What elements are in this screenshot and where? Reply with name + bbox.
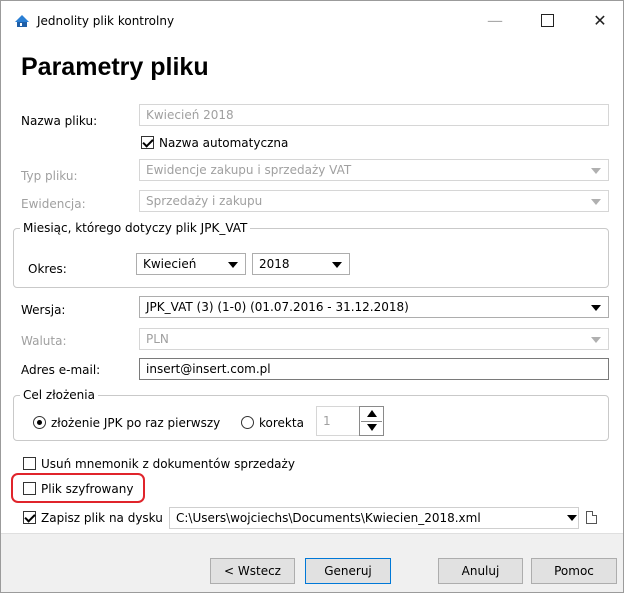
save-to-disk-checkbox[interactable] [23, 511, 36, 524]
arrow-up-icon[interactable] [367, 410, 377, 417]
stepper-divider [361, 421, 382, 422]
period-label: Okres: [28, 262, 67, 276]
arrow-down-icon[interactable] [367, 424, 377, 431]
currency-select[interactable]: PLN [139, 328, 609, 350]
file-name-input[interactable]: Kwiecień 2018 [139, 104, 609, 126]
month-select[interactable]: Kwiecień [136, 253, 246, 275]
correction-radio[interactable] [241, 416, 254, 429]
register-value: Sprzedaży i zakupu [146, 194, 263, 208]
month-value: Kwiecień [143, 257, 197, 271]
file-type-select[interactable]: Ewidencje zakupu i sprzedaży VAT [139, 159, 609, 181]
maximize-icon [540, 13, 554, 27]
register-label: Ewidencja: [21, 197, 86, 211]
page-title: Parametry pliku [21, 53, 209, 81]
year-value: 2018 [259, 257, 290, 271]
document-icon[interactable] [586, 511, 597, 524]
file-type-label: Typ pliku: [21, 169, 78, 183]
generate-button[interactable]: Generuj [305, 558, 391, 584]
window-title: Jednolity plik kontrolny [37, 14, 175, 28]
first-submission-radio[interactable] [33, 416, 46, 429]
correction-stepper[interactable] [359, 406, 384, 436]
purpose-group-title: Cel złożenia [20, 388, 98, 402]
button-bar: < Wstecz Generuj Anuluj Pomoc [1, 533, 623, 592]
first-submission-label: złożenie JPK po raz pierwszy [51, 416, 221, 430]
back-button[interactable]: < Wstecz [210, 558, 295, 584]
checkmark-icon [24, 511, 36, 523]
chevron-down-icon [591, 168, 601, 174]
app-logo-icon [15, 15, 29, 27]
chevron-down-icon [228, 262, 238, 268]
encrypted-file-label: Plik szyfrowany [41, 482, 134, 496]
email-label: Adres e-mail: [21, 363, 101, 377]
chevron-down-icon [591, 337, 601, 343]
month-group-title: Miesiąc, którego dotyczy plik JPK_VAT [20, 221, 251, 235]
auto-name-label: Nazwa automatyczna [159, 136, 289, 150]
minimize-button[interactable]: — [473, 1, 517, 41]
currency-value: PLN [146, 332, 169, 346]
file-path-value: C:\Users\wojciechs\Documents\Kwiecien_20… [176, 511, 481, 525]
version-value: JPK_VAT (3) (1-0) (01.07.2016 - 31.12.20… [146, 300, 409, 314]
email-field[interactable]: insert@insert.com.pl [139, 358, 609, 380]
currency-label: Waluta: [21, 334, 67, 348]
file-name-label: Nazwa pliku: [21, 114, 98, 128]
radio-dot-icon [37, 420, 42, 425]
cancel-button[interactable]: Anuluj [438, 558, 523, 584]
title-bar: Jednolity plik kontrolny — ✕ [1, 1, 623, 41]
chevron-down-icon [332, 262, 342, 268]
register-select[interactable]: Sprzedaży i zakupu [139, 190, 609, 212]
year-select[interactable]: 2018 [252, 253, 350, 275]
minimize-icon: — [487, 11, 503, 30]
file-path-field[interactable]: C:\Users\wojciechs\Documents\Kwiecien_20… [169, 507, 579, 529]
file-type-value: Ewidencje zakupu i sprzedaży VAT [146, 163, 352, 177]
checkmark-icon [142, 136, 154, 148]
version-select[interactable]: JPK_VAT (3) (1-0) (01.07.2016 - 31.12.20… [139, 296, 609, 318]
remove-mnemonic-label: Usuń mnemonik z dokumentów sprzedaży [41, 457, 295, 471]
save-to-disk-label: Zapisz plik na dysku [41, 511, 163, 525]
close-button[interactable]: ✕ [578, 1, 622, 41]
maximize-button[interactable] [525, 1, 569, 41]
dialog-window: Jednolity plik kontrolny — ✕ Parametry p… [0, 0, 624, 593]
encrypted-file-checkbox[interactable] [23, 482, 36, 495]
version-label: Wersja: [21, 303, 66, 317]
remove-mnemonic-checkbox[interactable] [23, 457, 36, 470]
chevron-down-icon [591, 305, 601, 311]
correction-label: korekta [259, 416, 304, 430]
correction-number-input[interactable]: 1 [316, 406, 360, 436]
help-button[interactable]: Pomoc [531, 558, 617, 584]
close-icon: ✕ [593, 11, 607, 30]
path-dropdown-icon[interactable] [567, 515, 577, 521]
auto-name-checkbox[interactable] [141, 136, 154, 149]
chevron-down-icon [591, 199, 601, 205]
